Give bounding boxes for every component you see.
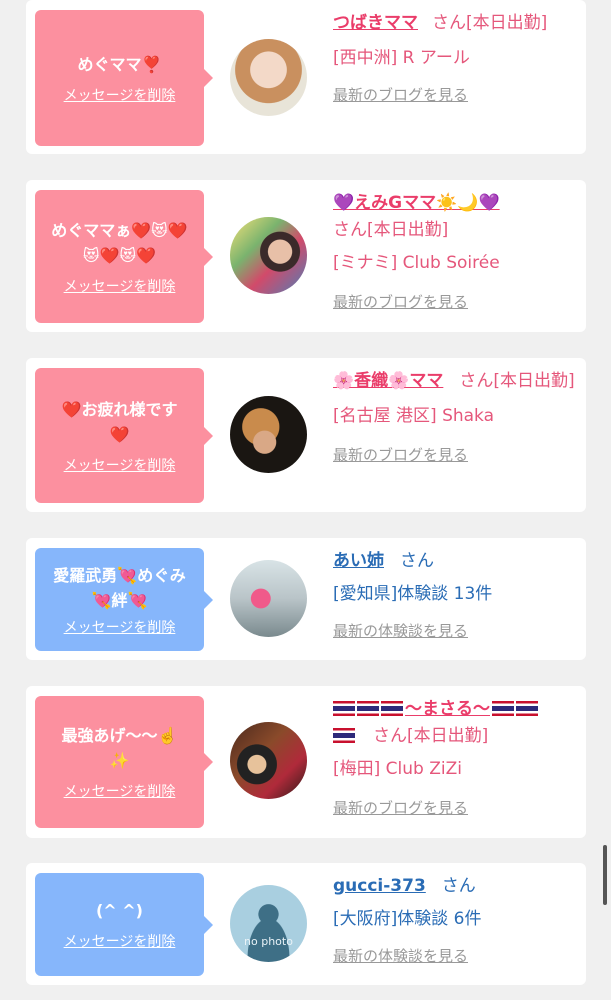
thailand-flag-icon bbox=[381, 701, 403, 716]
favorite-card: 最強あげ〜〜☝️✨ メッセージを削除 〜まさる〜 さん[本日出勤] [梅田] C… bbox=[26, 686, 586, 838]
profile-info: gucci-373 さん [大阪府]体験談 6件 最新の体験談を見る bbox=[333, 873, 578, 966]
status-text: さん[本日出勤] bbox=[459, 371, 575, 391]
message-bubble: めぐママ❣️ メッセージを削除 bbox=[35, 10, 213, 146]
avatar[interactable] bbox=[230, 722, 307, 799]
thailand-flag-icon bbox=[516, 701, 538, 716]
profile-info: 🌸香織🌸ママ さん[本日出勤] [名古屋 港区] Shaka 最新のブログを見る bbox=[333, 368, 578, 465]
review-link[interactable]: 最新の体験談を見る bbox=[333, 620, 578, 641]
thailand-flag-icon bbox=[333, 728, 355, 743]
avatar[interactable] bbox=[230, 396, 307, 473]
message-text: ❤️お疲れ様です❤️ bbox=[61, 399, 178, 444]
profile-name-link[interactable]: あい姉 bbox=[333, 551, 384, 571]
profile-info: つばきママ さん[本日出勤] [西中洲] R アール 最新のブログを見る bbox=[333, 10, 578, 105]
status-text: さん[本日出勤] bbox=[373, 726, 489, 746]
avatar[interactable] bbox=[230, 217, 307, 294]
message-text: めぐママ❣️ bbox=[77, 54, 162, 74]
delete-message-link[interactable]: メッセージを削除 bbox=[64, 781, 176, 801]
location-text: [西中洲] R アール bbox=[333, 48, 470, 68]
profile-info: 💜えみGママ☀️🌙💜 さん[本日出勤] [ミナミ] Club Soirée 最新… bbox=[333, 190, 578, 312]
status-text: さん[本日出勤] bbox=[432, 13, 548, 33]
profile-name-link[interactable]: gucci-373 bbox=[333, 876, 426, 896]
delete-message-link[interactable]: メッセージを削除 bbox=[64, 455, 176, 475]
blog-link[interactable]: 最新のブログを見る bbox=[333, 291, 578, 312]
location-text: [名古屋 港区] Shaka bbox=[333, 406, 495, 426]
location-text: [大阪府]体験談 6件 bbox=[333, 909, 482, 929]
profile-info: あい姉 さん [愛知県]体験談 13件 最新の体験談を見る bbox=[333, 548, 578, 641]
review-link[interactable]: 最新の体験談を見る bbox=[333, 945, 578, 966]
profile-name-link[interactable]: つばきママ bbox=[333, 13, 418, 33]
profile-name-link[interactable]: 💜えみGママ☀️🌙💜 bbox=[333, 193, 500, 213]
favorite-card: 愛羅武勇💘めぐみ💘絆💘 メッセージを削除 あい姉 さん [愛知県]体験談 13件 … bbox=[26, 538, 586, 660]
profile-info: 〜まさる〜 さん[本日出勤] [梅田] Club ZiZi 最新のブログを見る bbox=[333, 696, 578, 818]
message-bubble: 愛羅武勇💘めぐみ💘絆💘 メッセージを削除 bbox=[35, 548, 213, 651]
thailand-flag-icon bbox=[492, 701, 514, 716]
blog-link[interactable]: 最新のブログを見る bbox=[333, 84, 578, 105]
message-text: 愛羅武勇💘めぐみ💘絆💘 bbox=[53, 565, 186, 610]
status-text: さん bbox=[441, 876, 476, 896]
message-bubble: めぐママぁ❤️😻❤️😻❤️😻❤️ メッセージを削除 bbox=[35, 190, 213, 323]
delete-message-link[interactable]: メッセージを削除 bbox=[64, 276, 176, 296]
profile-name-link[interactable]: 🌸香織🌸ママ bbox=[333, 371, 443, 391]
delete-message-link[interactable]: メッセージを削除 bbox=[64, 617, 176, 637]
location-text: [ミナミ] Club Soirée bbox=[333, 253, 500, 273]
delete-message-link[interactable]: メッセージを削除 bbox=[64, 85, 176, 105]
message-bubble: (^ ^) メッセージを削除 bbox=[35, 873, 213, 976]
thailand-flag-icon bbox=[333, 701, 355, 716]
favorite-card: めぐママ❣️ メッセージを削除 つばきママ さん[本日出勤] [西中洲] R アー… bbox=[26, 0, 586, 154]
avatar[interactable] bbox=[230, 39, 307, 116]
message-bubble: ❤️お疲れ様です❤️ メッセージを削除 bbox=[35, 368, 213, 503]
delete-message-link[interactable]: メッセージを削除 bbox=[64, 931, 176, 951]
message-text: 最強あげ〜〜☝️✨ bbox=[61, 726, 178, 770]
avatar[interactable]: no photo bbox=[230, 885, 307, 962]
favorite-card: (^ ^) メッセージを削除 no photo gucci-373 さん [大阪府… bbox=[26, 863, 586, 985]
status-text: さん[本日出勤] bbox=[333, 220, 449, 240]
favorite-card: ❤️お疲れ様です❤️ メッセージを削除 🌸香織🌸ママ さん[本日出勤] [名古屋 … bbox=[26, 358, 586, 512]
blog-link[interactable]: 最新のブログを見る bbox=[333, 797, 578, 818]
location-text: [愛知県]体験談 13件 bbox=[333, 584, 493, 604]
message-text: (^ ^) bbox=[95, 901, 143, 920]
thailand-flag-icon bbox=[357, 701, 379, 716]
blog-link[interactable]: 最新のブログを見る bbox=[333, 444, 578, 465]
message-bubble: 最強あげ〜〜☝️✨ メッセージを削除 bbox=[35, 696, 213, 828]
profile-name-link[interactable]: 〜まさる〜 bbox=[333, 699, 540, 719]
status-text: さん bbox=[400, 551, 434, 571]
message-text: めぐママぁ❤️😻❤️😻❤️😻❤️ bbox=[51, 220, 188, 265]
avatar[interactable] bbox=[230, 560, 307, 637]
scrollbar[interactable] bbox=[603, 845, 607, 905]
favorite-card: めぐママぁ❤️😻❤️😻❤️😻❤️ メッセージを削除 💜えみGママ☀️🌙💜 さん[… bbox=[26, 180, 586, 332]
location-text: [梅田] Club ZiZi bbox=[333, 759, 462, 779]
no-photo-label: no photo bbox=[244, 935, 293, 948]
